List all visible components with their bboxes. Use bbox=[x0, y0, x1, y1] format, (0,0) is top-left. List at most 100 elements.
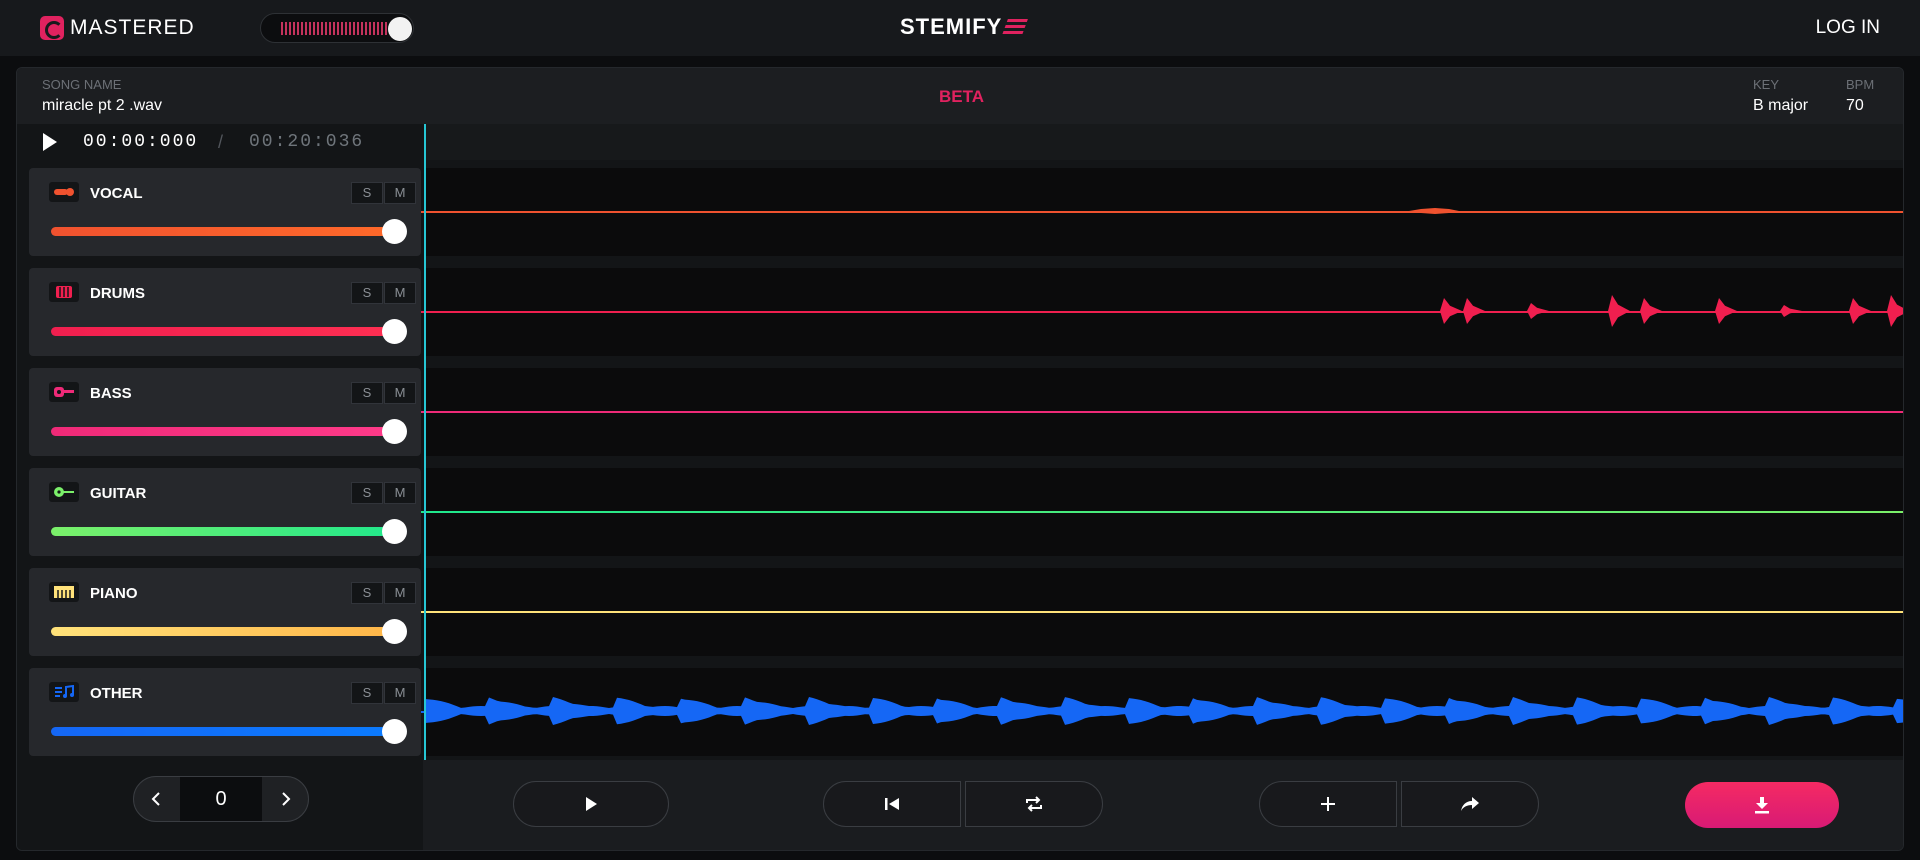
solo-button[interactable]: S bbox=[351, 282, 383, 304]
loop-icon bbox=[1026, 796, 1042, 812]
login-button[interactable]: LOG IN bbox=[1816, 17, 1880, 39]
track-name: DRUMS bbox=[90, 285, 145, 302]
bpm-label: BPM bbox=[1846, 77, 1875, 92]
download-icon bbox=[1755, 797, 1769, 814]
share-icon bbox=[1461, 797, 1479, 811]
volume-level-ticks bbox=[281, 22, 389, 35]
mastered-logo[interactable]: MASTERED bbox=[40, 15, 195, 41]
volume-knob[interactable] bbox=[382, 219, 407, 244]
bass-guitar-icon bbox=[49, 382, 79, 402]
top-bar: MASTERED STEMIFY LOG IN bbox=[0, 0, 1920, 56]
pitch-value: 0 bbox=[180, 777, 262, 821]
waveform-lane-guitar[interactable] bbox=[421, 468, 1903, 556]
solo-button[interactable]: S bbox=[351, 582, 383, 604]
waveform bbox=[425, 697, 1903, 725]
waveform-blip bbox=[1409, 208, 1459, 214]
track-vocal: VOCAL S M bbox=[29, 168, 421, 256]
waveform-lane-drums[interactable] bbox=[421, 268, 1903, 356]
waveform-hit bbox=[1849, 298, 1871, 324]
chevron-right-icon bbox=[282, 792, 291, 806]
solo-button[interactable]: S bbox=[351, 382, 383, 404]
volume-knob[interactable] bbox=[382, 319, 407, 344]
decrease-button[interactable] bbox=[134, 777, 178, 821]
current-time: 00:00:000 bbox=[83, 132, 199, 152]
key-value: B major bbox=[1753, 97, 1809, 114]
track-volume-slider[interactable] bbox=[51, 419, 407, 444]
waveform-hit bbox=[1887, 295, 1903, 327]
stemify-logo-icon bbox=[1002, 19, 1029, 35]
play-icon bbox=[586, 797, 597, 811]
song-name: miracle pt 2 .wav bbox=[42, 97, 163, 114]
waveform-lane-piano[interactable] bbox=[421, 568, 1903, 656]
waveform-lane-other[interactable] bbox=[421, 668, 1903, 756]
track-other: OTHER S M bbox=[29, 668, 421, 756]
loop-button[interactable] bbox=[965, 781, 1103, 827]
stem-player-panel: SONG NAME miracle pt 2 .wav BETA KEY B m… bbox=[16, 67, 1904, 851]
song-info-bar: SONG NAME miracle pt 2 .wav BETA KEY B m… bbox=[17, 68, 1903, 124]
volume-knob[interactable] bbox=[382, 719, 407, 744]
drum-icon bbox=[49, 282, 79, 302]
track-bass: BASS S M bbox=[29, 368, 421, 456]
logo-text: MASTERED bbox=[70, 16, 195, 39]
volume-knob[interactable] bbox=[382, 419, 407, 444]
beta-badge: BETA bbox=[939, 87, 985, 106]
mute-button[interactable]: M bbox=[384, 482, 416, 504]
track-piano: PIANO S M bbox=[29, 568, 421, 656]
mute-button[interactable]: M bbox=[384, 682, 416, 704]
plus-icon bbox=[1321, 797, 1335, 811]
key-label: KEY bbox=[1753, 77, 1780, 92]
waveform-hit bbox=[1527, 303, 1549, 319]
track-guitar: GUITAR S M bbox=[29, 468, 421, 556]
waveform-lane-vocal[interactable] bbox=[421, 168, 1903, 256]
mute-button[interactable]: M bbox=[384, 582, 416, 604]
track-volume-slider[interactable] bbox=[51, 719, 407, 744]
solo-button[interactable]: S bbox=[351, 182, 383, 204]
track-name: VOCAL bbox=[90, 185, 143, 202]
track-volume-slider[interactable] bbox=[51, 319, 407, 344]
mute-button[interactable]: M bbox=[384, 382, 416, 404]
brand-text: STEMIFY bbox=[900, 14, 1003, 39]
solo-button[interactable]: S bbox=[351, 482, 383, 504]
track-name: BASS bbox=[90, 385, 132, 402]
add-button[interactable] bbox=[1259, 781, 1397, 827]
increase-button[interactable] bbox=[264, 777, 308, 821]
timeline-ruler[interactable] bbox=[425, 124, 1903, 160]
guitar-icon bbox=[49, 482, 79, 502]
volume-knob[interactable] bbox=[382, 619, 407, 644]
piano-icon bbox=[49, 582, 79, 602]
skip-back-button[interactable] bbox=[823, 781, 961, 827]
solo-button[interactable]: S bbox=[351, 682, 383, 704]
waveform-hit bbox=[1440, 298, 1462, 324]
share-button[interactable] bbox=[1401, 781, 1539, 827]
track-name: GUITAR bbox=[90, 485, 147, 502]
track-name: PIANO bbox=[90, 585, 138, 602]
play-button[interactable] bbox=[513, 781, 669, 827]
mute-button[interactable]: M bbox=[384, 182, 416, 204]
track-drums: DRUMS S M bbox=[29, 268, 421, 356]
chevron-left-icon bbox=[151, 792, 160, 806]
track-volume-slider[interactable] bbox=[51, 619, 407, 644]
pitch-stepper: 0 bbox=[133, 776, 309, 822]
waveform-lane-bass[interactable] bbox=[421, 368, 1903, 456]
master-volume-knob[interactable] bbox=[388, 17, 412, 41]
song-name-label: SONG NAME bbox=[42, 77, 122, 92]
microphone-icon bbox=[49, 182, 79, 202]
mute-button[interactable]: M bbox=[384, 282, 416, 304]
track-volume-slider[interactable] bbox=[51, 519, 407, 544]
waveform-hit bbox=[1608, 295, 1630, 327]
skip-back-icon bbox=[885, 798, 899, 810]
play-icon[interactable] bbox=[43, 133, 57, 151]
playhead[interactable] bbox=[424, 124, 426, 760]
waveform-hit bbox=[1780, 305, 1802, 317]
mastered-logo-icon bbox=[40, 16, 64, 40]
waveform-hit bbox=[1463, 298, 1485, 324]
download-button[interactable] bbox=[1685, 782, 1839, 828]
master-volume-slider[interactable] bbox=[260, 13, 414, 43]
total-time: 00:20:036 bbox=[249, 132, 365, 152]
track-volume-slider[interactable] bbox=[51, 219, 407, 244]
music-note-icon bbox=[49, 682, 79, 702]
pitch-control-area: 0 bbox=[17, 760, 423, 850]
volume-knob[interactable] bbox=[382, 519, 407, 544]
waveform-hit bbox=[1640, 298, 1662, 324]
playback-controls bbox=[423, 760, 1903, 850]
